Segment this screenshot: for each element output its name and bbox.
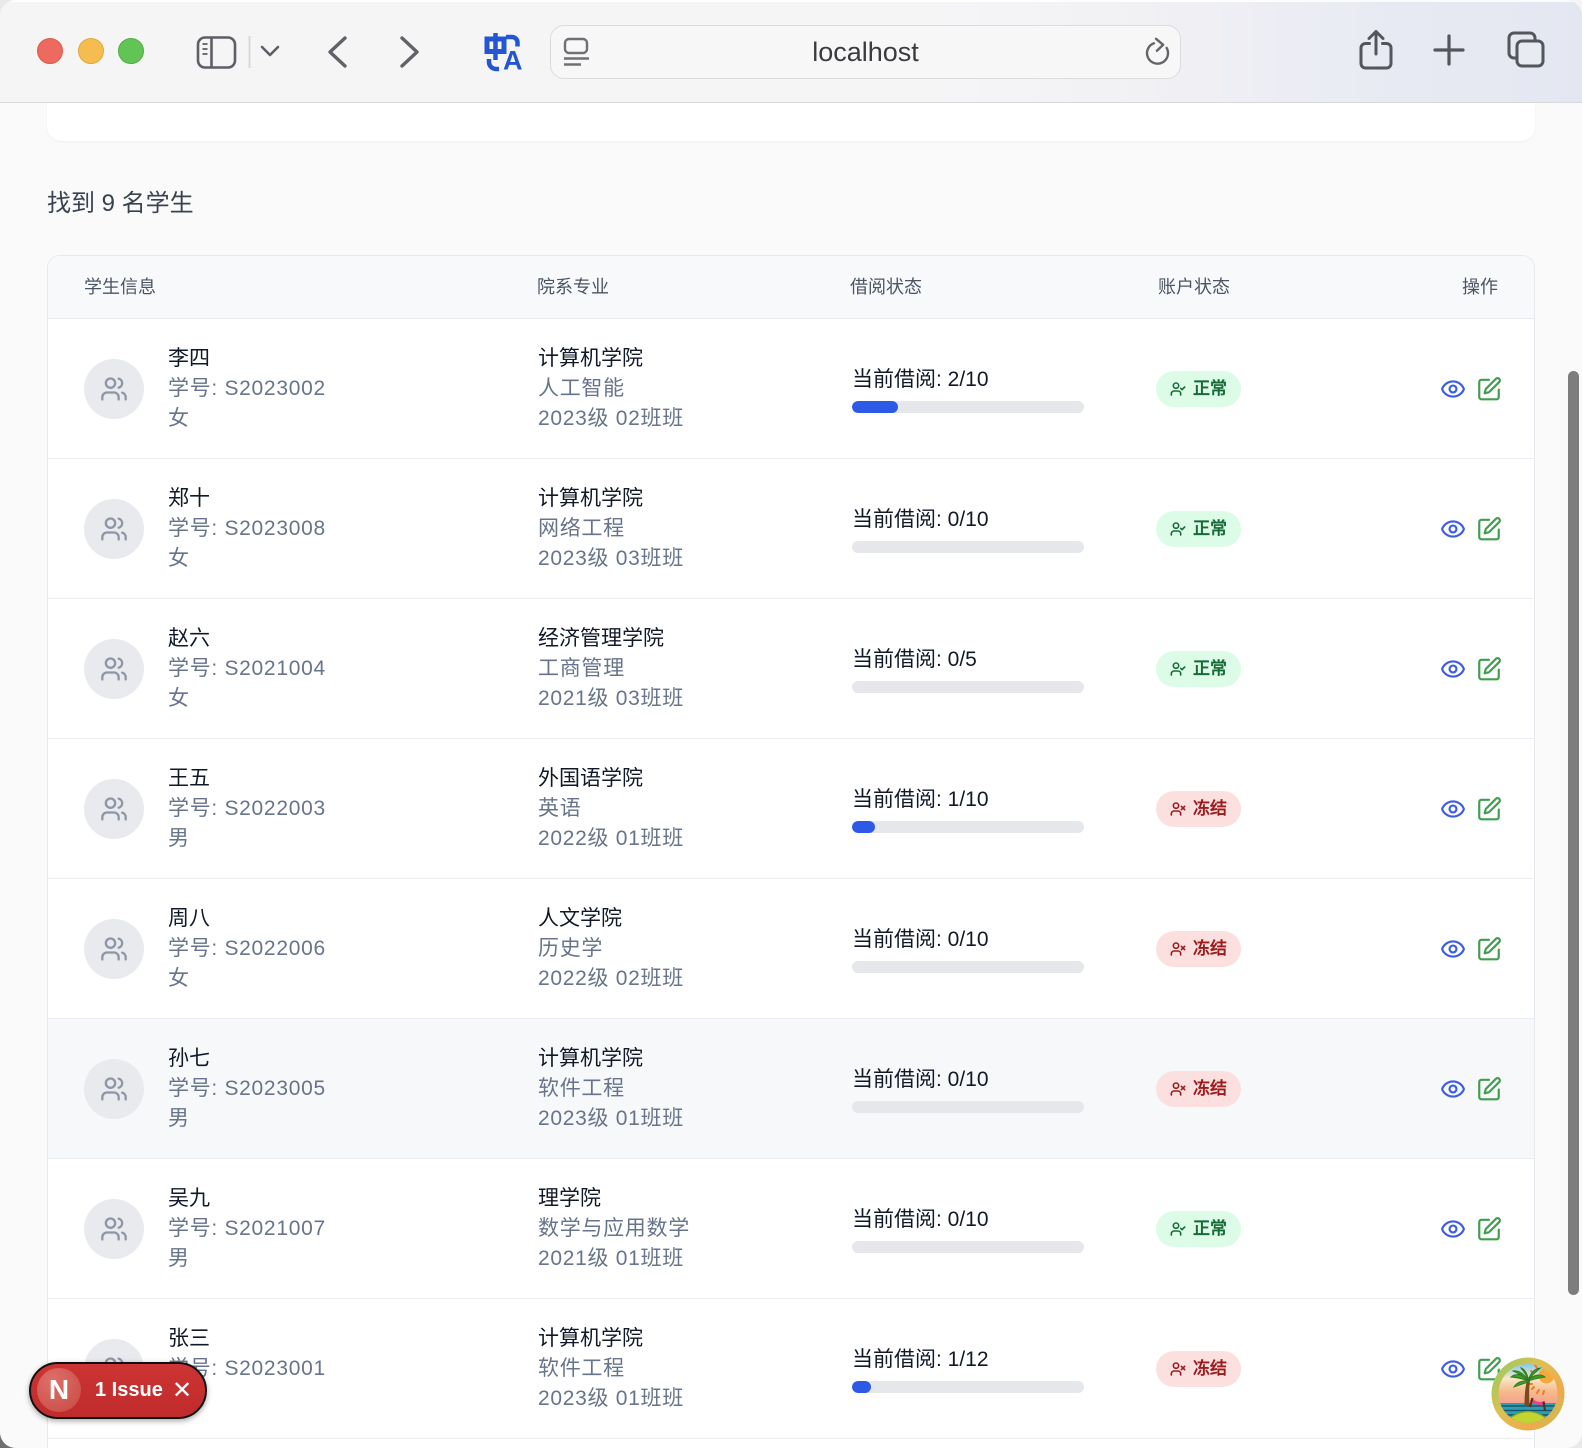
svg-text:A: A [503,46,523,76]
